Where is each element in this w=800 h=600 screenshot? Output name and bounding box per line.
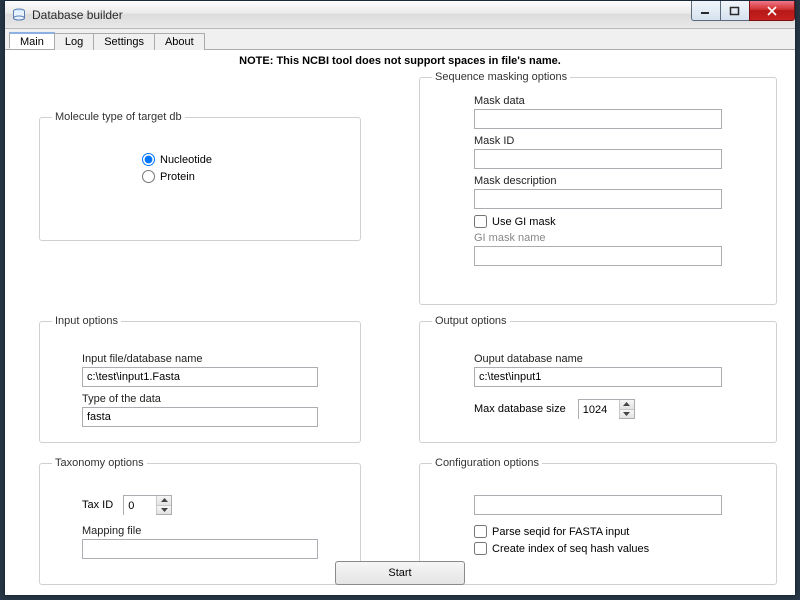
radio-nucleotide-label: Nucleotide [160,154,212,166]
max-db-size-input[interactable] [579,400,619,420]
input-type-field[interactable] [82,407,318,427]
max-db-size-down[interactable] [620,410,634,419]
max-db-size-up[interactable] [620,400,634,410]
legend-taxonomy: Taxonomy options [52,457,147,469]
radio-protein[interactable] [142,170,155,183]
max-db-size-spinner[interactable] [578,399,635,419]
maximize-button[interactable] [720,1,750,21]
tab-bar: Main Log Settings About [5,29,795,50]
mapping-file-input[interactable] [82,539,318,559]
legend-input: Input options [52,315,121,327]
max-db-size-label: Max database size [474,403,566,415]
gi-mask-name-label: GI mask name [474,232,722,244]
radio-protein-row[interactable]: Protein [142,170,348,183]
input-type-label: Type of the data [82,393,318,405]
start-button[interactable]: Start [335,561,465,585]
minimize-button[interactable] [691,1,721,21]
radio-protein-label: Protein [160,171,195,183]
mapping-file-label: Mapping file [82,525,318,537]
legend-output: Output options [432,315,510,327]
group-config: Configuration options Parse seqid for FA… [419,457,777,585]
group-molecule-type: Molecule type of target db Nucleotide Pr… [39,111,361,241]
use-gi-mask-row[interactable]: Use GI mask [474,215,722,228]
config-extra-input[interactable] [474,495,722,515]
tab-main[interactable]: Main [9,32,55,49]
group-masking: Sequence masking options Mask data Mask … [419,71,777,305]
taxid-down[interactable] [157,506,171,515]
use-gi-mask-checkbox[interactable] [474,215,487,228]
tab-log[interactable]: Log [54,33,94,50]
group-input: Input options Input file/database name T… [39,315,361,443]
hash-index-checkbox[interactable] [474,542,487,555]
taxid-input[interactable] [124,496,156,516]
window-controls [692,1,795,21]
mask-desc-input[interactable] [474,189,722,209]
hash-index-label: Create index of seq hash values [492,543,649,555]
parse-seqid-label: Parse seqid for FASTA input [492,526,629,538]
mask-id-label: Mask ID [474,135,722,147]
mask-data-label: Mask data [474,95,722,107]
radio-nucleotide[interactable] [142,153,155,166]
input-file-field[interactable] [82,367,318,387]
tab-panel-main: NOTE: This NCBI tool does not support sp… [11,53,789,589]
parse-seqid-row[interactable]: Parse seqid for FASTA input [474,525,722,538]
output-name-field[interactable] [474,367,722,387]
radio-nucleotide-row[interactable]: Nucleotide [142,153,348,166]
tab-about[interactable]: About [154,33,205,50]
app-window: Database builder Main Log Settings About… [4,0,796,596]
note-text: NOTE: This NCBI tool does not support sp… [11,53,789,69]
group-taxonomy: Taxonomy options Tax ID Mapping file [39,457,361,585]
output-name-label: Ouput database name [474,353,722,365]
legend-molecule: Molecule type of target db [52,111,185,123]
mask-desc-label: Mask description [474,175,722,187]
taxid-spinner[interactable] [123,495,172,515]
input-file-label: Input file/database name [82,353,318,365]
taxid-label: Tax ID [82,499,113,511]
tab-settings[interactable]: Settings [93,33,155,50]
group-output: Output options Ouput database name Max d… [419,315,777,443]
window-title: Database builder [32,8,123,22]
gi-mask-name-input[interactable] [474,246,722,266]
use-gi-mask-label: Use GI mask [492,216,556,228]
app-icon [11,7,27,23]
parse-seqid-checkbox[interactable] [474,525,487,538]
legend-config: Configuration options [432,457,542,469]
taxid-up[interactable] [157,496,171,506]
mask-data-input[interactable] [474,109,722,129]
titlebar[interactable]: Database builder [5,1,795,29]
hash-index-row[interactable]: Create index of seq hash values [474,542,722,555]
legend-masking: Sequence masking options [432,71,570,83]
close-button[interactable] [749,1,795,21]
mask-id-input[interactable] [474,149,722,169]
